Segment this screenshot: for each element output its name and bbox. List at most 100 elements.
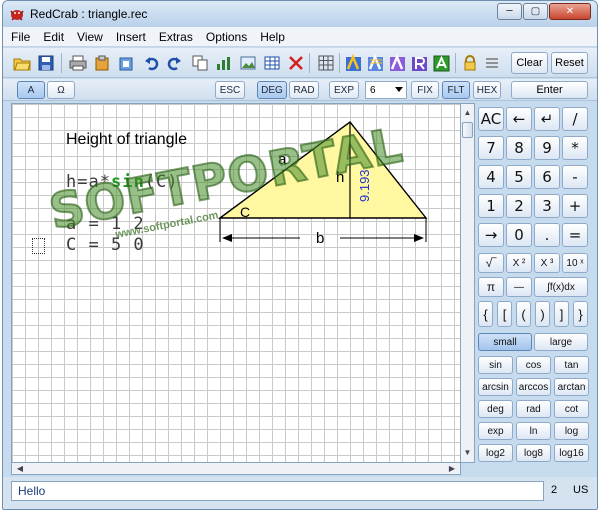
paste-special-icon[interactable] [115,52,137,74]
scroll-up-icon[interactable]: ▲ [461,106,474,120]
key-4[interactable]: 4 [478,165,504,189]
key-paren-open[interactable]: ( [516,301,531,327]
menu-insert[interactable]: Insert [116,30,146,44]
key-log16[interactable]: log16 [554,444,589,462]
key-2[interactable]: 2 [506,194,532,218]
image-icon[interactable] [237,52,259,74]
key-brace-open[interactable]: { [478,301,493,327]
font-a-icon[interactable] [343,52,365,74]
key-pow10[interactable]: 10 ˣ [562,253,588,273]
key-exp[interactable]: exp [478,422,513,440]
menu-options[interactable]: Options [206,30,247,44]
key-fraction-line[interactable]: — [506,277,532,297]
key-7[interactable]: 7 [478,136,504,160]
grid-icon[interactable] [315,52,337,74]
reset-button[interactable]: Reset [551,52,588,74]
scroll-right-icon[interactable]: ▶ [446,463,458,474]
key-arrow-right[interactable]: → [478,223,504,247]
lines-icon[interactable] [481,52,503,74]
paste-icon[interactable] [91,52,113,74]
key-3[interactable]: 3 [534,194,560,218]
key-rad[interactable]: rad [516,400,551,418]
flt-button[interactable]: FLT [442,81,470,99]
table-icon[interactable] [261,52,283,74]
font-a-green-icon[interactable] [431,52,453,74]
print-icon[interactable] [67,52,89,74]
copy-icon[interactable] [189,52,211,74]
key-log2[interactable]: log2 [478,444,513,462]
chart-icon[interactable] [213,52,235,74]
enter-button[interactable]: Enter [511,81,588,99]
key-equals[interactable]: = [562,223,588,247]
maximize-button[interactable]: ▢ [523,3,548,20]
key-9[interactable]: 9 [534,136,560,160]
key-5[interactable]: 5 [506,165,532,189]
key-ln[interactable]: ln [516,422,551,440]
key-minus[interactable]: - [562,165,588,189]
scroll-left-icon[interactable]: ◀ [14,463,26,474]
key-return[interactable]: ↵ [534,107,560,131]
key-1[interactable]: 1 [478,194,504,218]
worksheet[interactable]: Height of triangle h=a*sin(C) a = 1 2 C … [11,103,461,463]
key-plus[interactable]: + [562,194,588,218]
key-arctan[interactable]: arctan [554,378,589,396]
esc-button[interactable]: ESC [215,81,245,99]
font-r-icon[interactable] [409,52,431,74]
key-divide[interactable]: / [562,107,588,131]
key-decimal[interactable]: . [534,223,560,247]
menu-edit[interactable]: Edit [43,30,64,44]
key-deg[interactable]: deg [478,400,513,418]
key-multiply[interactable]: * [562,136,588,160]
key-log[interactable]: log [554,422,589,440]
key-arcsin[interactable]: arcsin [478,378,513,396]
key-cube[interactable]: X ³ [534,253,560,273]
menu-file[interactable]: File [11,30,30,44]
formula-expression[interactable]: h=a*sin(C) [66,172,178,192]
key-pi[interactable]: π [478,277,504,297]
key-log8[interactable]: log8 [516,444,551,462]
key-0[interactable]: 0 [506,223,532,247]
key-cos[interactable]: cos [516,356,551,374]
text-mode-button[interactable]: A [17,81,45,99]
scroll-thumb[interactable] [462,122,473,138]
rad-mode-button[interactable]: RAD [289,81,319,99]
size-large-button[interactable]: large [534,333,588,351]
key-8[interactable]: 8 [506,136,532,160]
assignment-a[interactable]: a = 1 2 [66,214,145,234]
undo-icon[interactable] [141,52,163,74]
save-icon[interactable] [35,52,57,74]
menu-help[interactable]: Help [260,30,285,44]
key-sqrt[interactable]: √‾ [478,253,504,273]
key-integral[interactable]: ∫f(x)dx [534,277,588,297]
key-sin[interactable]: sin [478,356,513,374]
key-arccos[interactable]: arccos [516,378,551,396]
menu-extras[interactable]: Extras [159,30,193,44]
fix-button[interactable]: FIX [411,81,439,99]
assignment-c[interactable]: C = 5 0 [66,235,145,255]
lock-icon[interactable] [459,52,481,74]
input-cursor[interactable] [32,238,45,254]
open-folder-icon[interactable] [11,52,33,74]
hex-button[interactable]: HEX [473,81,501,99]
triangle-diagram[interactable]: a h C b 9.193 [212,114,442,264]
exp-button[interactable]: EXP [329,81,359,99]
worksheet-heading[interactable]: Height of triangle [66,131,187,149]
key-6[interactable]: 6 [534,165,560,189]
key-ac[interactable]: AC [478,107,504,131]
status-input[interactable]: Hello [11,481,544,501]
font-a-outline-icon[interactable] [387,52,409,74]
clear-button[interactable]: Clear [511,52,548,74]
omega-button[interactable]: Ω [47,81,75,99]
deg-mode-button[interactable]: DEG [257,81,287,99]
minimize-button[interactable]: ─ [497,3,522,20]
vertical-scrollbar[interactable]: ▲ ▼ [461,103,475,463]
scroll-down-icon[interactable]: ▼ [461,446,474,460]
key-backspace[interactable]: ← [506,107,532,131]
font-a-hatched-icon[interactable] [365,52,387,74]
digits-select[interactable]: 6 [365,81,407,99]
delete-icon[interactable] [285,52,307,74]
redo-icon[interactable] [163,52,185,74]
key-brace-close[interactable]: } [573,301,588,327]
size-small-button[interactable]: small [478,333,532,351]
key-bracket-close[interactable]: ] [554,301,569,327]
